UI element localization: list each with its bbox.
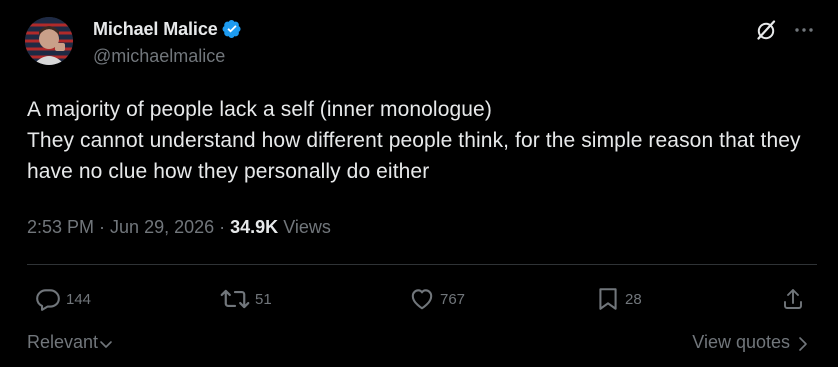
reply-count: 144 bbox=[66, 290, 92, 308]
tweet-text: A majority of people lack a self (inner … bbox=[27, 98, 801, 183]
repost-button[interactable]: 51 bbox=[220, 284, 272, 314]
bookmark-button[interactable]: 28 bbox=[596, 284, 642, 314]
view-quotes-link[interactable]: View quotes bbox=[692, 332, 810, 353]
like-count: 767 bbox=[440, 290, 466, 308]
avatar-image bbox=[25, 17, 73, 65]
more-options-icon[interactable] bbox=[792, 18, 816, 42]
chevron-down-icon bbox=[100, 340, 112, 348]
author-display-name[interactable]: Michael Malice bbox=[93, 19, 218, 40]
view-quotes-label: View quotes bbox=[692, 332, 790, 352]
share-button[interactable] bbox=[781, 284, 805, 314]
chevron-right-icon bbox=[799, 336, 807, 351]
views-count: 34.9K bbox=[230, 217, 279, 237]
tweet-date[interactable]: Jun 29, 2026 bbox=[110, 217, 214, 238]
meta-separator: · bbox=[219, 217, 226, 237]
views-label: Views bbox=[283, 217, 331, 237]
like-icon bbox=[411, 289, 433, 310]
verified-badge-icon bbox=[222, 19, 242, 39]
author-handle[interactable]: @michaelmalice bbox=[93, 46, 225, 67]
meta-separator: · bbox=[99, 217, 106, 237]
action-bar: 144 51 767 28 bbox=[0, 284, 838, 314]
author-name-row[interactable]: Michael Malice bbox=[93, 17, 242, 41]
sort-relevant-dropdown[interactable]: Relevant bbox=[27, 332, 113, 353]
bookmark-icon bbox=[599, 288, 617, 310]
like-button[interactable]: 767 bbox=[409, 284, 465, 314]
share-icon bbox=[784, 289, 802, 309]
repost-icon bbox=[220, 289, 250, 309]
divider bbox=[27, 264, 817, 265]
grok-icon[interactable] bbox=[754, 18, 778, 42]
bookmark-count: 28 bbox=[625, 290, 642, 308]
reply-button[interactable]: 144 bbox=[35, 284, 91, 314]
tweet-time[interactable]: 2:53 PM bbox=[27, 217, 94, 238]
tweet-detail: Michael Malice @michaelmalice A majority… bbox=[0, 0, 838, 367]
reply-icon bbox=[36, 289, 60, 311]
tweet-meta: 2:53 PM · Jun 29, 2026 · 34.9K Views bbox=[27, 217, 331, 238]
author-avatar[interactable] bbox=[25, 17, 73, 65]
repost-count: 51 bbox=[255, 290, 272, 308]
sort-label: Relevant bbox=[27, 332, 99, 352]
